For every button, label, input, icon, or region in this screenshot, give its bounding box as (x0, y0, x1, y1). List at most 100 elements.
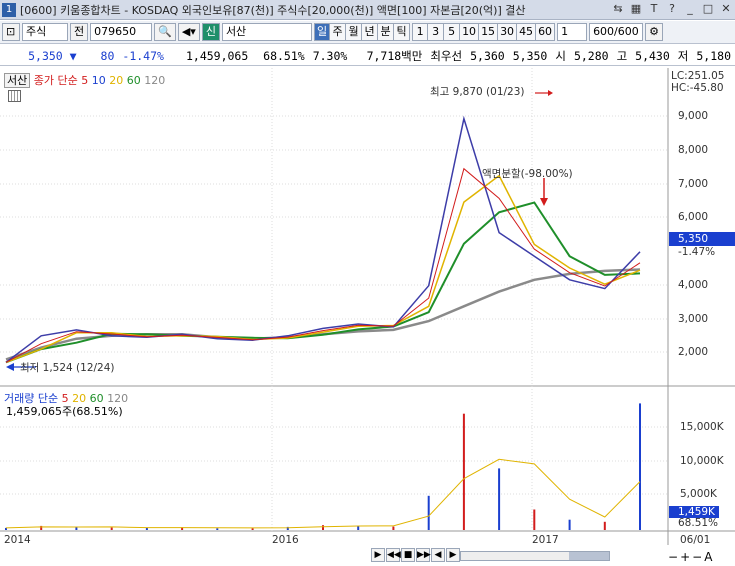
minute-3[interactable]: 3 (428, 23, 445, 41)
forward-button[interactable]: ▶▶ (416, 548, 431, 562)
quote-pref-bid: 5,350 (512, 48, 548, 63)
xlabel-2014: 2014 (4, 534, 31, 546)
scrollbar[interactable] (460, 551, 610, 561)
volume-bar (251, 528, 254, 530)
vtick-15000: 15,000K (680, 421, 724, 433)
quote-low-label: 저 (677, 48, 689, 63)
minimize-icon[interactable]: _ (683, 2, 697, 16)
quote-pref-ask: 5,360 (470, 48, 505, 63)
volume-bar (322, 525, 324, 530)
ma5-label: 5 (81, 74, 89, 87)
stock-name: 서산 (221, 23, 312, 41)
rewind-button[interactable]: ◀◀ (386, 548, 401, 562)
volume-bar (603, 521, 606, 530)
zoom-out-icon[interactable]: − (668, 550, 678, 564)
scroll-thumb[interactable] (569, 552, 609, 560)
ma20-label: 20 (109, 74, 124, 87)
count-input[interactable]: 1 (557, 23, 588, 41)
volume-text: 1,459,065주(68.51%) (6, 405, 123, 418)
tab-year[interactable]: 년 (362, 23, 379, 41)
xlabel-0601: 06/01 (680, 534, 711, 546)
volume-bar (568, 519, 571, 530)
volume-bar (75, 527, 78, 530)
window-title: [0600] 키움종합차트 - KOSDAQ 외국인보유[87(천)] 주식수[… (20, 3, 526, 17)
chart-area[interactable] (0, 68, 735, 566)
minute-10[interactable]: 10 (460, 23, 480, 41)
volume-bar (498, 468, 501, 530)
scroll-buttons: ▶ ◀◀ ■ ▶▶ ◀ ▶ (371, 548, 461, 562)
volume-bar (145, 527, 148, 530)
close-icon[interactable]: ✕ (719, 2, 733, 16)
tab-minute[interactable]: 분 (378, 23, 395, 41)
title-bar: 1 [0600] 키움종합차트 - KOSDAQ 외국인보유[87(천)] 주식… (0, 0, 735, 20)
scroll-start-button[interactable]: ▶ (371, 548, 385, 562)
help-icon[interactable]: ? (665, 2, 679, 16)
tab-week[interactable]: 주 (330, 23, 347, 41)
cur-price-tag: 5,350 (678, 233, 709, 245)
stop-button[interactable]: ■ (401, 548, 415, 562)
ytick-8000: 8,000 (678, 144, 709, 156)
volume-bar (110, 527, 113, 530)
cur-vol-rate: 68.51% (678, 517, 719, 529)
calendar-icon[interactable] (8, 90, 21, 102)
fit-icon[interactable]: − (692, 550, 702, 564)
ytick-6000: 6,000 (678, 211, 709, 223)
quote-high: 5,430 (635, 48, 670, 63)
sound-icon[interactable]: ◀▾ (177, 23, 200, 41)
tab-month[interactable]: 월 (346, 23, 363, 41)
chart-type-icon[interactable]: ⊡ (2, 23, 20, 41)
auto-icon[interactable]: A (704, 550, 712, 564)
quote-rate: -1.47% (122, 48, 164, 63)
quote-vol-rate: 68.51% (263, 48, 305, 63)
minute-1[interactable]: 1 (412, 23, 429, 41)
volume-bar (216, 528, 219, 530)
right-button[interactable]: ▶ (446, 548, 460, 562)
quote-change: 80 (100, 48, 115, 63)
grid-icon[interactable]: ▦ (629, 2, 643, 16)
code-input[interactable]: 079650 (90, 23, 153, 41)
quote-price: 5,350 ▼ (28, 48, 77, 63)
volume-bar (533, 509, 536, 530)
toolbar: ⊡ 주식 전 079650 🔍 ◀▾ 신 서산 일 주 월 년 분 틱 1 3 … (0, 21, 735, 44)
cur-rate-tag: -1.47% (678, 246, 716, 258)
lc-label: LC:251.05 (671, 70, 725, 82)
zoom-in-icon[interactable]: + (680, 550, 690, 564)
ytick-2000: 2,000 (678, 346, 709, 358)
quote-high-label: 고 (616, 48, 628, 63)
volume-bar (392, 526, 395, 530)
window-index: 1 (2, 2, 16, 17)
volume-bar (462, 413, 465, 530)
minute-30[interactable]: 30 (498, 23, 518, 41)
ytick-4000: 4,000 (678, 279, 709, 291)
new-badge: 신 (201, 23, 220, 41)
search-prefix[interactable]: 전 (70, 23, 89, 41)
xlabel-2016: 2016 (272, 534, 299, 546)
minute-15[interactable]: 15 (479, 23, 499, 41)
minute-5[interactable]: 5 (444, 23, 461, 41)
quote-open-label: 시 (555, 48, 566, 63)
down-arrow-icon: ▼ (69, 48, 77, 63)
settings-icon[interactable]: ⚙ (645, 23, 663, 41)
hc-label: HC:-45.80 (671, 82, 724, 94)
price-panel-name[interactable]: 서산 (4, 73, 31, 88)
quote-open: 5,280 (573, 48, 609, 63)
left-button[interactable]: ◀ (431, 548, 445, 562)
link-icon[interactable]: ⇆ (611, 2, 625, 16)
high-note: 최고 9,870 (01/23) (430, 86, 525, 98)
volume-bar (639, 403, 641, 530)
ma10-label: 10 (91, 74, 106, 87)
text-icon[interactable]: T (647, 2, 661, 16)
market-select[interactable]: 주식 (22, 23, 68, 41)
maximize-icon[interactable]: □ (701, 2, 715, 16)
tab-day[interactable]: 일 (313, 23, 331, 41)
quote-row: 5,350 ▼ 80 -1.47% 1,459,065 68.51% 7.30%… (0, 46, 735, 66)
minute-60[interactable]: 60 (536, 23, 556, 41)
tab-tick[interactable]: 틱 (394, 23, 411, 41)
quote-turnover: 7.30% (312, 48, 348, 63)
ytick-7000: 7,000 (678, 178, 709, 190)
minute-45[interactable]: 45 (517, 23, 537, 41)
search-icon[interactable]: 🔍 (154, 23, 176, 41)
range-input[interactable]: 600/600 (589, 23, 644, 41)
ma60-label: 60 (126, 74, 141, 87)
zoom-controls: − + − A (668, 550, 712, 564)
